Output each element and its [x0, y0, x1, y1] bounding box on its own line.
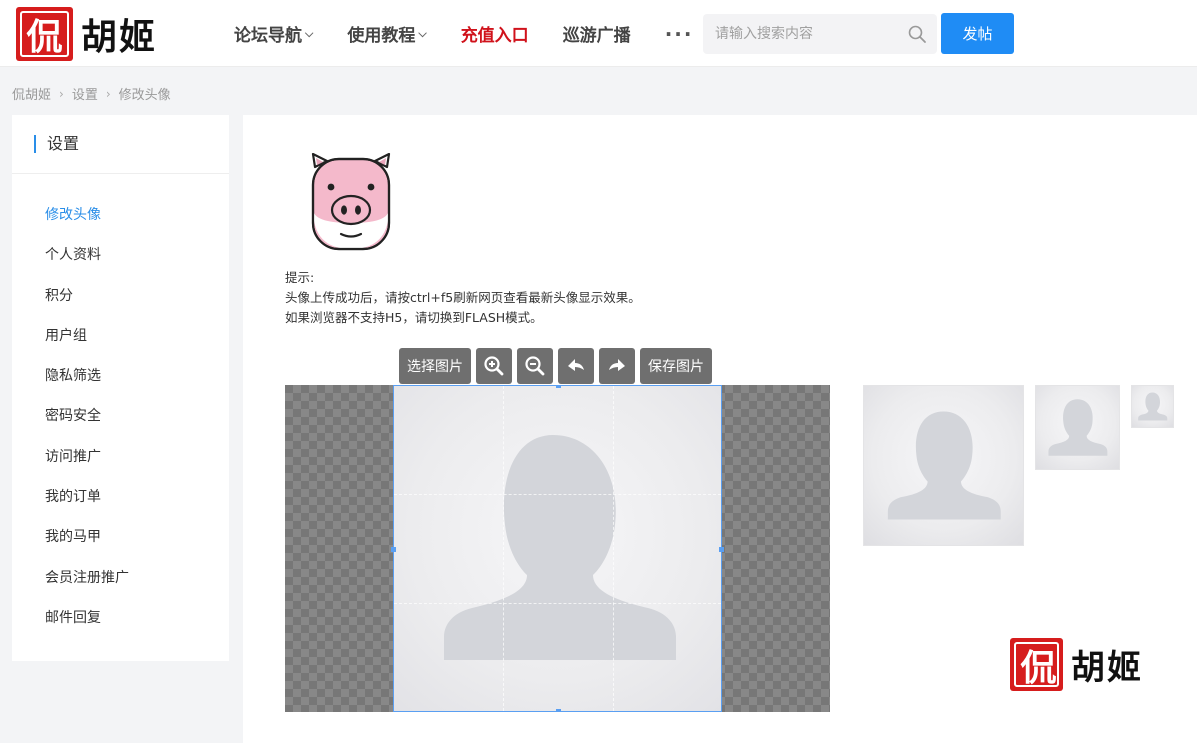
breadcrumb-separator: ›	[105, 86, 111, 101]
sidebar-item-avatar[interactable]: 修改头像	[45, 205, 129, 245]
site-logo[interactable]: 侃 胡姬	[16, 7, 157, 61]
current-avatar	[311, 153, 391, 251]
breadcrumb: 侃胡姬 › 设置 › 修改头像	[12, 84, 171, 104]
watermark-seal: 侃	[1010, 638, 1063, 691]
sidebar-item-password[interactable]: 密码安全	[45, 406, 129, 446]
avatar-preview-small	[1131, 385, 1174, 428]
sidebar-item-profile[interactable]: 个人资料	[45, 245, 129, 285]
resize-handle-bottom[interactable]	[556, 709, 561, 712]
post-button[interactable]: 发帖	[941, 13, 1014, 54]
breadcrumb-settings[interactable]: 设置	[72, 84, 98, 103]
nav-item-label: 使用教程	[347, 26, 416, 46]
default-avatar-silhouette-icon	[887, 411, 1001, 520]
nav-item-tutorial[interactable]: 使用教程 ⌵	[347, 21, 426, 46]
sidebar-item-orders[interactable]: 我的订单	[45, 487, 129, 527]
crop-toolbar: 选择图片 保存图片	[399, 348, 717, 384]
tips-line-flash: 如果浏览器不支持H5，请切换到FLASH模式。	[285, 310, 543, 325]
nav-item-label: 巡游广播	[562, 26, 631, 46]
nav-item-broadcast[interactable]: 巡游广播	[563, 21, 631, 46]
sidebar-menu: 修改头像 个人资料 积分 用户组 隐私筛选 密码安全 访问推广 我的订单 我的马…	[45, 205, 129, 648]
avatar-preview-large	[863, 385, 1024, 546]
zoom-in-icon[interactable]	[476, 348, 512, 384]
tips-line-refresh: 头像上传成功后，请按ctrl+f5刷新网页查看最新头像显示效果。	[285, 290, 641, 305]
select-image-button[interactable]: 选择图片	[399, 348, 471, 384]
rotate-right-icon[interactable]	[599, 348, 635, 384]
watermark-text: 胡姬	[1071, 648, 1143, 688]
nav-item-forum-guide[interactable]: 论坛导航 ⌵	[234, 21, 313, 46]
save-image-button[interactable]: 保存图片	[640, 348, 712, 384]
tips-block: 提示: 头像上传成功后，请按ctrl+f5刷新网页查看最新头像显示效果。 如果浏…	[285, 268, 641, 328]
sidebar-item-mail-reply[interactable]: 邮件回复	[45, 608, 129, 648]
sidebar-title: 设置	[34, 135, 79, 153]
crop-selection[interactable]	[391, 385, 724, 712]
sidebar-divider	[12, 173, 229, 174]
search-input[interactable]	[715, 14, 900, 54]
sidebar-item-privacy[interactable]: 隐私筛选	[45, 366, 129, 406]
watermark-seal-char: 侃	[1020, 647, 1057, 689]
resize-handle-right[interactable]	[719, 547, 724, 552]
search-icon[interactable]	[907, 24, 927, 44]
logo-seal: 侃	[16, 7, 73, 61]
more-menu-icon[interactable]: ···	[665, 22, 694, 46]
nav-item-recharge[interactable]: 充值入口	[461, 21, 529, 46]
main-nav: 论坛导航 ⌵ 使用教程 ⌵ 充值入口 巡游广播 ···	[234, 0, 703, 67]
logo-seal-char: 侃	[26, 16, 63, 58]
default-avatar-silhouette-icon	[1138, 392, 1168, 421]
breadcrumb-separator: ›	[59, 86, 64, 101]
breadcrumb-home[interactable]: 侃胡姬	[12, 84, 51, 103]
avatar-preview-medium	[1035, 385, 1120, 470]
resize-handle-left[interactable]	[391, 547, 396, 552]
tips-title: 提示:	[285, 270, 315, 285]
nav-item-label: 论坛导航	[234, 26, 302, 46]
sidebar-item-points[interactable]: 积分	[45, 286, 129, 326]
zoom-out-icon[interactable]	[517, 348, 553, 384]
crop-canvas[interactable]	[285, 385, 830, 712]
search-box	[703, 14, 937, 54]
default-avatar-silhouette-icon	[1048, 399, 1108, 456]
chevron-down-icon: ⌵	[305, 26, 314, 40]
logo-text: 胡姬	[81, 16, 158, 58]
watermark-logo: 侃 胡姬	[1010, 638, 1143, 691]
chevron-down-icon: ⌵	[418, 26, 427, 40]
sidebar-item-visit-promo[interactable]: 访问推广	[45, 447, 129, 487]
rotate-left-icon[interactable]	[558, 348, 594, 384]
sidebar-item-alt-accounts[interactable]: 我的马甲	[45, 527, 129, 567]
resize-handle-top[interactable]	[556, 385, 561, 388]
nav-item-label: 充值入口	[460, 26, 529, 46]
sidebar-item-usergroup[interactable]: 用户组	[45, 326, 129, 366]
top-header: 侃 胡姬 论坛导航 ⌵ 使用教程 ⌵ 充值入口 巡游广播 ··· 发帖	[0, 0, 1197, 67]
breadcrumb-current: 修改头像	[118, 88, 171, 103]
sidebar-item-register-promo[interactable]: 会员注册推广	[45, 568, 129, 608]
settings-sidebar: 设置 修改头像 个人资料 积分 用户组 隐私筛选 密码安全 访问推广 我的订单 …	[12, 115, 229, 661]
